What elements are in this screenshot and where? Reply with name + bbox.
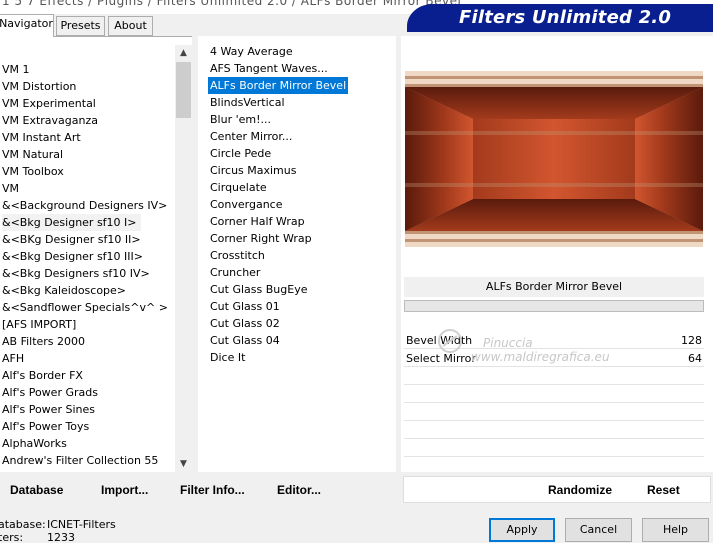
param-row-empty: [404, 386, 704, 403]
category-panel: VM 1 VM Distortion VM Experimental VM Extra…: [0, 36, 192, 472]
category-item[interactable]: VM Instant Art: [2, 129, 81, 146]
category-item[interactable]: Alf's Power Toys: [2, 418, 89, 435]
category-item[interactable]: VM Extravaganza: [2, 112, 98, 129]
filter-item[interactable]: Cut Glass BugEye: [208, 281, 309, 298]
filter-item[interactable]: Convergance: [208, 196, 285, 213]
cream-band-1: [405, 71, 703, 76]
filter-item[interactable]: Circus Maximus: [208, 162, 298, 179]
tab-presets[interactable]: Presets: [56, 16, 105, 36]
help-button[interactable]: Help: [642, 518, 709, 542]
scrollbar-thumb[interactable]: [176, 62, 191, 118]
category-item[interactable]: Andrew's Filter Collection 56: [2, 469, 158, 472]
category-item[interactable]: VM Toolbox: [2, 163, 64, 180]
filter-item[interactable]: Cruncher: [208, 264, 262, 281]
scroll-up-icon[interactable]: ▲: [175, 45, 192, 62]
tab-about[interactable]: About: [108, 16, 153, 36]
filter-item[interactable]: Cirquelate: [208, 179, 269, 196]
filter-title-bar: ALFs Border Mirror Bevel: [404, 277, 704, 297]
editor-button[interactable]: Editor...: [277, 476, 321, 504]
filter-item[interactable]: Corner Half Wrap: [208, 213, 307, 230]
cream-band-2: [405, 79, 703, 84]
status-database-label: atabase:: [0, 518, 46, 531]
filter-info-button[interactable]: Filter Info...: [180, 476, 245, 504]
param-row-empty: [404, 404, 704, 421]
category-item[interactable]: &<BKg Designer sf10 II>: [2, 231, 141, 248]
category-item[interactable]: Alf's Border FX: [2, 367, 83, 384]
filter-item[interactable]: Cut Glass 02: [208, 315, 282, 332]
param-row-empty: [404, 368, 704, 385]
category-item[interactable]: &<Bkg Kaleidoscope>: [2, 282, 126, 299]
param-row-empty: [404, 440, 704, 457]
filter-item[interactable]: BlindsVertical: [208, 94, 287, 111]
bottom-toolbar: Database Import... Filter Info... Editor…: [0, 476, 713, 504]
category-item[interactable]: Andrew's Filter Collection 55: [2, 452, 158, 469]
title-strip-text: 1 5 7 Effects / Plugins / Filters Unlimi…: [2, 0, 462, 8]
preview-panel: ALFs Border Mirror Bevel Bevel Width 128…: [401, 36, 713, 472]
cream-band-5: [405, 183, 703, 187]
cream-band-4: [405, 242, 703, 247]
filter-item[interactable]: Dice It: [208, 349, 247, 366]
filter-panel: 4 Way Average AFS Tangent Waves... ALFs Bo…: [198, 36, 396, 472]
filter-item[interactable]: Blur 'em!...: [208, 111, 273, 128]
category-item[interactable]: &<Background Designers IV>: [2, 197, 167, 214]
filter-item[interactable]: ALFs Border Mirror Bevel: [206, 76, 350, 95]
banner-title: Filters Unlimited 2.0: [459, 7, 672, 28]
category-item[interactable]: &<Bkg Designers sf10 IV>: [2, 265, 150, 282]
cream-band-6: [405, 131, 703, 135]
preview-image: [405, 71, 703, 247]
filter-item[interactable]: Corner Right Wrap: [208, 230, 314, 247]
status-database-value: ICNET-Filters: [47, 518, 116, 531]
category-item[interactable]: AlphaWorks: [2, 435, 67, 452]
cancel-button[interactable]: Cancel: [565, 518, 632, 542]
filter-item[interactable]: Center Mirror...: [208, 128, 294, 145]
category-item[interactable]: [AFS IMPORT]: [2, 316, 76, 333]
filter-item[interactable]: 4 Way Average: [208, 43, 295, 60]
param-row-empty: [404, 422, 704, 439]
param-value: 64: [688, 352, 702, 365]
database-button[interactable]: Database: [10, 476, 63, 504]
watermark-site: www.maldiregrafica.eu: [471, 350, 610, 364]
status-filters-label: ters:: [0, 531, 24, 543]
category-item[interactable]: VM: [2, 180, 19, 197]
category-item[interactable]: VM Experimental: [2, 95, 96, 112]
randomize-button[interactable]: Randomize: [548, 476, 612, 504]
filter-item[interactable]: Circle Pede: [208, 145, 273, 162]
category-item[interactable]: Alf's Power Sines: [2, 401, 95, 418]
category-item[interactable]: &<Sandflower Specials^v^ >: [2, 299, 168, 316]
watermark-name: Pinuccia: [483, 336, 533, 350]
category-item[interactable]: Alf's Power Grads: [2, 384, 98, 401]
filter-item[interactable]: Cut Glass 04: [208, 332, 282, 349]
filter-item[interactable]: Crosstitch: [208, 247, 267, 264]
import-button[interactable]: Import...: [101, 476, 148, 504]
filter-item[interactable]: AFS Tangent Waves...: [208, 60, 330, 77]
param-value: 128: [681, 334, 702, 347]
category-scrollbar[interactable]: ▲ ▼: [175, 45, 192, 472]
category-list[interactable]: VM 1 VM Distortion VM Experimental VM Extra…: [0, 37, 175, 472]
category-item[interactable]: &<Bkg Designer sf10 I>: [2, 214, 141, 231]
scroll-down-icon[interactable]: ▼: [175, 456, 192, 472]
reset-button[interactable]: Reset: [647, 476, 680, 504]
tab-navigator[interactable]: Navigator: [0, 14, 54, 37]
status-filters-value: 1233: [47, 531, 75, 543]
filter-item[interactable]: Cut Glass 01: [208, 298, 282, 315]
category-item[interactable]: VM Distortion: [2, 78, 76, 95]
category-item[interactable]: AFH: [2, 350, 24, 367]
category-item[interactable]: AB Filters 2000: [2, 333, 85, 350]
progress-bar: [404, 300, 704, 312]
watermark-logo-icon: [435, 326, 465, 359]
category-item[interactable]: VM 1: [2, 61, 30, 78]
category-item[interactable]: &<Bkg Designer sf10 III>: [2, 248, 143, 265]
category-item[interactable]: VM Natural: [2, 146, 63, 163]
apply-button[interactable]: Apply: [489, 518, 555, 542]
cream-band-3: [405, 234, 703, 239]
banner: Filters Unlimited 2.0: [407, 4, 713, 32]
